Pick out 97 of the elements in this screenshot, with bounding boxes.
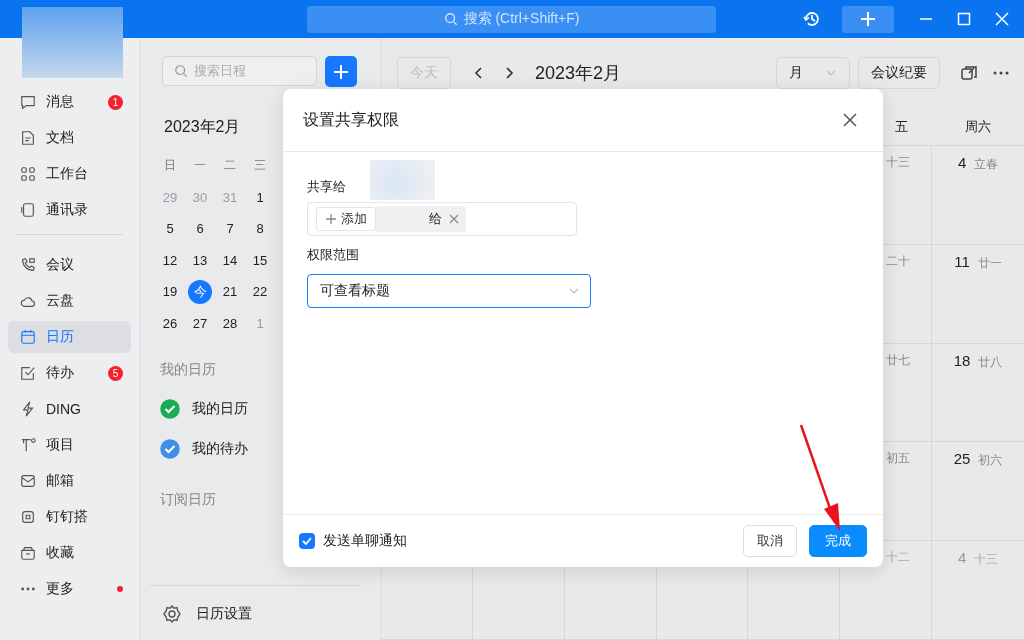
date-number: 11 xyxy=(954,252,970,270)
calendar-icon xyxy=(20,329,36,345)
section-heading: 订阅日历 xyxy=(160,491,217,509)
nav-item[interactable]: 待办 5 xyxy=(8,357,131,389)
calendar-day[interactable]: 26 xyxy=(158,311,182,336)
grid-icon xyxy=(20,166,36,182)
weekday-label: 三 xyxy=(254,157,266,175)
calendar-day[interactable]: 5 xyxy=(158,216,182,241)
calendar-day[interactable]: 12 xyxy=(158,248,182,273)
calendar-day[interactable]: 21 xyxy=(218,279,242,304)
calendar-day[interactable]: 1 xyxy=(248,185,272,210)
search-icon xyxy=(174,64,188,78)
contacts-icon xyxy=(20,202,36,218)
blurred-area xyxy=(370,160,435,200)
nav-item[interactable]: 钉钉搭 xyxy=(8,501,131,533)
lunar-date: 廿八 xyxy=(978,353,1003,371)
dialog-title: 设置共享权限 xyxy=(303,109,399,130)
lunar-date: 初五 xyxy=(886,450,911,468)
settings-icon[interactable] xyxy=(162,604,182,624)
date-number: 18 xyxy=(953,351,971,369)
maximize-icon[interactable] xyxy=(956,11,972,27)
nav-item[interactable]: DING xyxy=(8,393,131,425)
phone-icon xyxy=(20,257,36,273)
remove-icon[interactable] xyxy=(449,214,459,224)
checkbox-label: 发送单聊通知 xyxy=(323,532,407,550)
search-placeholder: 搜索日程 xyxy=(194,62,246,80)
nav-item[interactable]: 会议 xyxy=(8,249,131,281)
calendar-day[interactable]: 6 xyxy=(188,216,212,241)
calendar-name: 我的待办 xyxy=(192,440,248,458)
check-circle-icon[interactable] xyxy=(160,439,180,459)
month-title: 2023年2月 xyxy=(164,117,241,137)
month-title: 2023年2月 xyxy=(535,62,622,85)
todo-icon xyxy=(20,365,36,381)
lunar-date: 二十 xyxy=(886,252,911,270)
nav-item[interactable]: 更多 xyxy=(8,573,131,605)
bolt-icon xyxy=(20,401,36,417)
nav-item[interactable]: 文档 xyxy=(8,122,131,154)
field-label: 权限范围 xyxy=(307,246,360,264)
nav-item[interactable]: 工作台 xyxy=(8,158,131,190)
nav-item[interactable]: 邮箱 xyxy=(8,465,131,497)
date-number: 25 xyxy=(953,450,971,468)
chat-icon xyxy=(20,94,36,110)
calendar-day[interactable]: 14 xyxy=(218,248,242,273)
date-number: 4 xyxy=(957,549,967,567)
close-icon[interactable] xyxy=(994,11,1010,27)
nav-item[interactable]: 云盘 xyxy=(8,285,131,317)
plus-icon xyxy=(859,10,877,28)
mail-icon xyxy=(20,473,36,489)
weekday-label: 日 xyxy=(164,157,176,175)
history-icon[interactable] xyxy=(802,9,822,29)
calendar-day[interactable]: 28 xyxy=(218,311,242,336)
lunar-date: 廿一 xyxy=(977,254,1002,272)
unread-badge: 1 xyxy=(108,94,123,110)
nav-item[interactable]: 收藏 xyxy=(8,537,131,569)
lunar-date: 立春 xyxy=(974,156,999,173)
plus-icon xyxy=(325,213,337,225)
add-event-button[interactable] xyxy=(325,56,357,87)
meeting-minutes-button[interactable]: 会议纪要 xyxy=(858,57,940,89)
lunar-date: 初六 xyxy=(978,452,1003,470)
box-icon xyxy=(20,545,36,561)
section-heading: 我的日历 xyxy=(160,361,217,379)
unread-badge: 5 xyxy=(108,365,123,381)
calendar-name: 我的日历 xyxy=(192,400,248,418)
calendar-day[interactable]: 22 xyxy=(248,279,272,304)
share-window-icon[interactable] xyxy=(960,64,978,82)
lunar-date: 廿七 xyxy=(886,351,911,369)
nav-item[interactable]: 消息 1 xyxy=(8,86,131,118)
share-field[interactable]: 添加 给 xyxy=(307,202,577,236)
calendar-day[interactable]: 13 xyxy=(188,248,212,273)
weekday-header: 周六 xyxy=(965,118,992,134)
doc-icon xyxy=(20,130,36,146)
create-button[interactable] xyxy=(842,5,894,33)
settings-label[interactable]: 日历设置 xyxy=(196,605,252,623)
weekday-label: 二 xyxy=(224,157,236,175)
checkbox[interactable] xyxy=(299,533,315,549)
nav-item[interactable]: 通讯录 xyxy=(8,194,131,226)
plus-icon xyxy=(332,62,350,81)
add-button[interactable]: 添加 xyxy=(316,207,376,231)
calendar-day[interactable]: 15 xyxy=(248,248,272,273)
calendar-day[interactable]: 8 xyxy=(248,216,272,241)
calendar-day[interactable]: 19 xyxy=(158,279,182,304)
calendar-day[interactable]: 7 xyxy=(218,216,242,241)
lunar-date: 十三 xyxy=(886,154,911,171)
check-circle-icon[interactable] xyxy=(160,399,180,419)
scope-dropdown[interactable]: 可查看标题 xyxy=(307,274,591,308)
calendar-day[interactable]: 今 xyxy=(188,279,212,304)
date-number: 4 xyxy=(957,154,967,171)
search-placeholder: 搜索 (Ctrl+Shift+F) xyxy=(463,10,580,28)
nav-item[interactable]: 项目 xyxy=(8,429,131,461)
weekday-label: 一 xyxy=(194,157,206,175)
calendar-day[interactable]: 27 xyxy=(188,311,212,336)
cancel-button[interactable]: 取消 xyxy=(743,525,797,557)
search-icon xyxy=(443,12,458,26)
weekday-header: 五 xyxy=(894,117,908,136)
field-label: 共享给 xyxy=(307,178,347,196)
close-icon[interactable] xyxy=(841,111,859,129)
recipient-chip: 给 xyxy=(376,206,466,232)
